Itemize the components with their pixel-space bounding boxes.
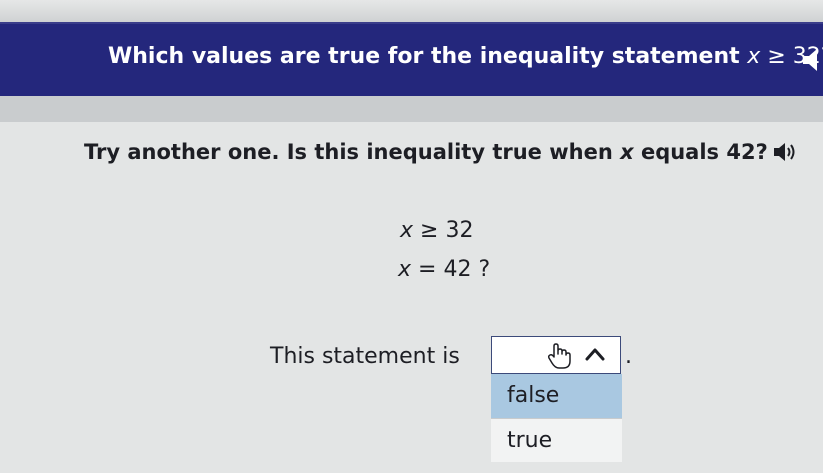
substitution-var: x (398, 257, 412, 282)
header-math-var: x (747, 44, 761, 69)
option-false[interactable]: false (491, 374, 622, 418)
statement-period: . (625, 344, 632, 369)
question-header: Which values are true for the inequality… (0, 24, 823, 96)
top-toolbar-strip (0, 0, 823, 24)
option-true[interactable]: true (491, 418, 622, 462)
prompt-var: x (620, 140, 634, 164)
inequality-expression: x ≥ 32 (400, 218, 473, 243)
hand-pointer-icon (547, 343, 571, 369)
question-content: Try another one. Is this inequality true… (0, 122, 823, 473)
sub-header-strip (0, 96, 823, 122)
inequality-var: x (400, 218, 414, 243)
prompt-text-before: Try another one. Is this inequality true… (84, 140, 621, 164)
question-prompt: Try another one. Is this inequality true… (84, 140, 768, 164)
substitution-rest: = 42 ? (411, 257, 491, 282)
header-question-prefix: Which values are true for the inequality… (108, 44, 748, 69)
prompt-text-after: equals 42? (633, 140, 768, 164)
substitution-expression: x = 42 ? (398, 257, 490, 282)
header-question-text: Which values are true for the inequality… (108, 44, 823, 69)
chevron-up-icon (585, 348, 605, 361)
statement-label: This statement is (270, 344, 460, 369)
speaker-icon[interactable] (772, 139, 798, 165)
select-dropdown-menu: false true (491, 374, 622, 462)
inequality-rest: ≥ 32 (413, 218, 474, 243)
speaker-icon[interactable] (801, 46, 823, 74)
true-false-select[interactable] (491, 336, 621, 374)
